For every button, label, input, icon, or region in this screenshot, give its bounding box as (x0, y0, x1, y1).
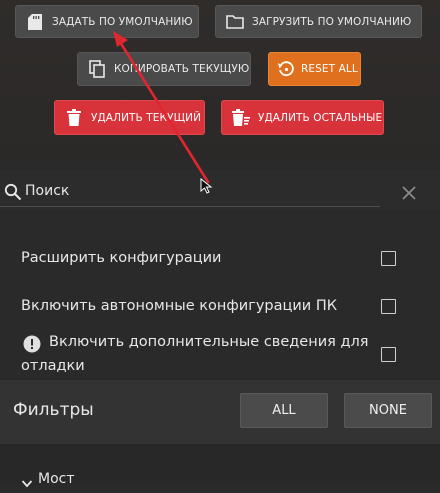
search-underline (0, 206, 380, 207)
set-default-label: ЗАДАТЬ ПО УМОЛЧАНИЮ (52, 15, 193, 28)
filter-none-button[interactable]: NONE (344, 393, 432, 428)
load-default-button[interactable]: ЗАГРУЗИТЬ ПО УМОЛЧАНИЮ (215, 5, 422, 38)
trash-lines-icon (232, 109, 250, 127)
reset-icon (277, 60, 295, 78)
info-icon (23, 335, 41, 353)
reset-all-label: RESET ALL (301, 63, 358, 75)
offline-configs-label: Включить автономные конфигурации ПК (21, 298, 338, 314)
delete-current-label: УДАЛИТЬ ТЕКУЩИЙ (91, 111, 202, 124)
expand-configs-checkbox[interactable] (381, 251, 396, 266)
cursor-icon (200, 178, 213, 194)
debug-info-label-line1: Включить дополнительные сведения для (49, 334, 369, 350)
copy-icon (88, 60, 106, 78)
search-icon (4, 183, 22, 201)
debug-info-label-line2: отладки (21, 358, 85, 374)
delete-others-label: УДАЛИТЬ ОСТАЛЬНЫЕ (258, 111, 383, 124)
filters-title: Фильтры (13, 400, 94, 420)
delete-current-button[interactable]: УДАЛИТЬ ТЕКУЩИЙ (54, 100, 205, 135)
folder-icon (226, 13, 244, 31)
offline-configs-checkbox[interactable] (381, 299, 396, 314)
trash-icon (65, 109, 83, 127)
search-input[interactable]: Поиск (25, 183, 69, 199)
reset-all-button[interactable]: RESET ALL (268, 52, 361, 86)
debug-info-checkbox[interactable] (381, 347, 396, 362)
copy-current-label: КОПИРОВАТЬ ТЕКУЩУЮ (114, 63, 250, 75)
load-default-label: ЗАГРУЗИТЬ ПО УМОЛЧАНИЮ (252, 15, 412, 28)
close-icon[interactable] (401, 185, 417, 201)
delete-others-button[interactable]: УДАЛИТЬ ОСТАЛЬНЫЕ (221, 100, 384, 135)
filter-all-button[interactable]: ALL (240, 393, 328, 428)
copy-current-button[interactable]: КОПИРОВАТЬ ТЕКУЩУЮ (77, 52, 251, 86)
sd-card-icon (26, 13, 44, 31)
expand-configs-label: Расширить конфигурации (21, 250, 222, 266)
set-default-button[interactable]: ЗАДАТЬ ПО УМОЛЧАНИЮ (15, 5, 199, 38)
section-most-label[interactable]: Мост (38, 471, 75, 487)
